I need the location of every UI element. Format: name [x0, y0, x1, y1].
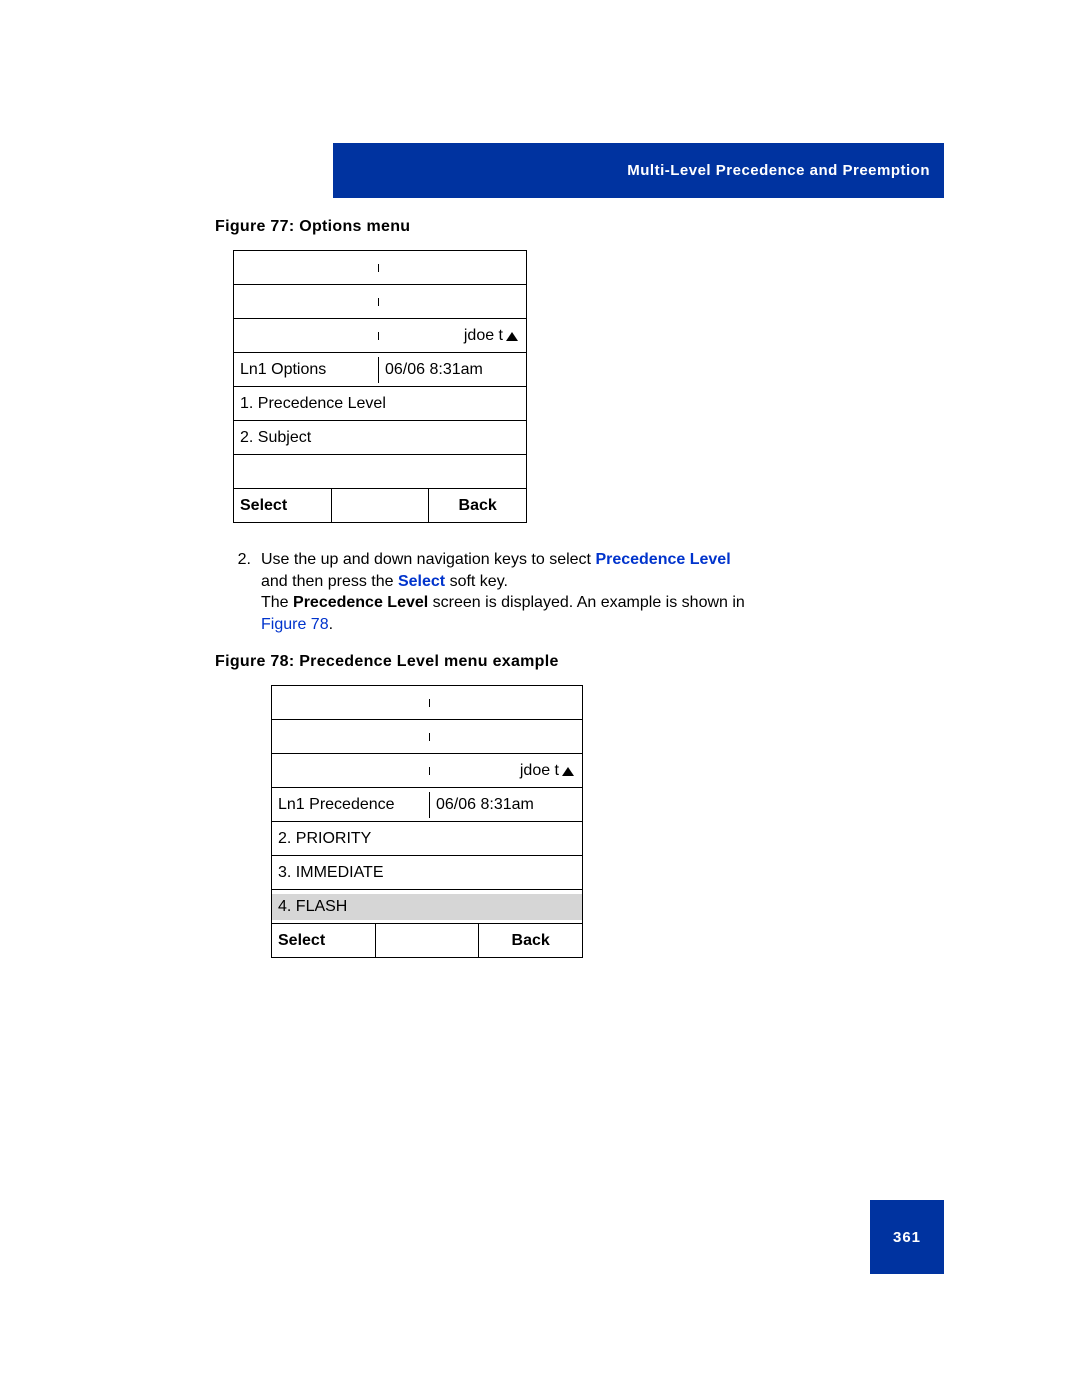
line-label: Ln1 Precedence — [272, 792, 430, 818]
softkey-select: Select — [234, 489, 332, 522]
header-band: Multi-Level Precedence and Preemption — [333, 143, 944, 198]
step-number: 2. — [215, 549, 261, 635]
softkey-blank — [376, 924, 480, 957]
menu-item-immediate: 3. IMMEDIATE — [272, 860, 582, 886]
header-title: Multi-Level Precedence and Preemption — [627, 162, 930, 179]
figure-78-link[interactable]: Figure 78 — [261, 616, 329, 633]
page-number-box: 361 — [870, 1200, 944, 1274]
softkey-back: Back — [479, 924, 582, 957]
menu-item-precedence-level: 1. Precedence Level — [234, 391, 526, 417]
line-label: Ln1 Options — [234, 357, 379, 383]
menu-item-flash-selected: 4. FLASH — [272, 894, 582, 920]
figure-78-caption: Figure 78: Precedence Level menu example — [215, 653, 945, 671]
content-area: Figure 77: Options menu jdoe t Ln1 Optio… — [215, 218, 945, 958]
instruction-step-2: 2. Use the up and down navigation keys t… — [215, 549, 945, 635]
figure-78-screen: jdoe t Ln1 Precedence 06/06 8:31am 2. PR… — [271, 685, 583, 958]
menu-item-priority: 2. PRIORITY — [272, 826, 582, 852]
menu-item-subject: 2. Subject — [234, 425, 526, 451]
step-body: Use the up and down navigation keys to s… — [261, 549, 945, 635]
status-user: jdoe t — [464, 327, 518, 344]
page-number: 361 — [893, 1229, 921, 1246]
softkey-select: Select — [272, 924, 376, 957]
datetime: 06/06 8:31am — [430, 792, 582, 818]
figure-77-screen: jdoe t Ln1 Options 06/06 8:31am 1. Prece… — [233, 250, 527, 523]
softkey-back: Back — [429, 489, 526, 522]
figure-77-caption: Figure 77: Options menu — [215, 218, 945, 236]
status-user: jdoe t — [520, 762, 574, 779]
datetime: 06/06 8:31am — [379, 357, 526, 383]
softkey-blank — [332, 489, 430, 522]
